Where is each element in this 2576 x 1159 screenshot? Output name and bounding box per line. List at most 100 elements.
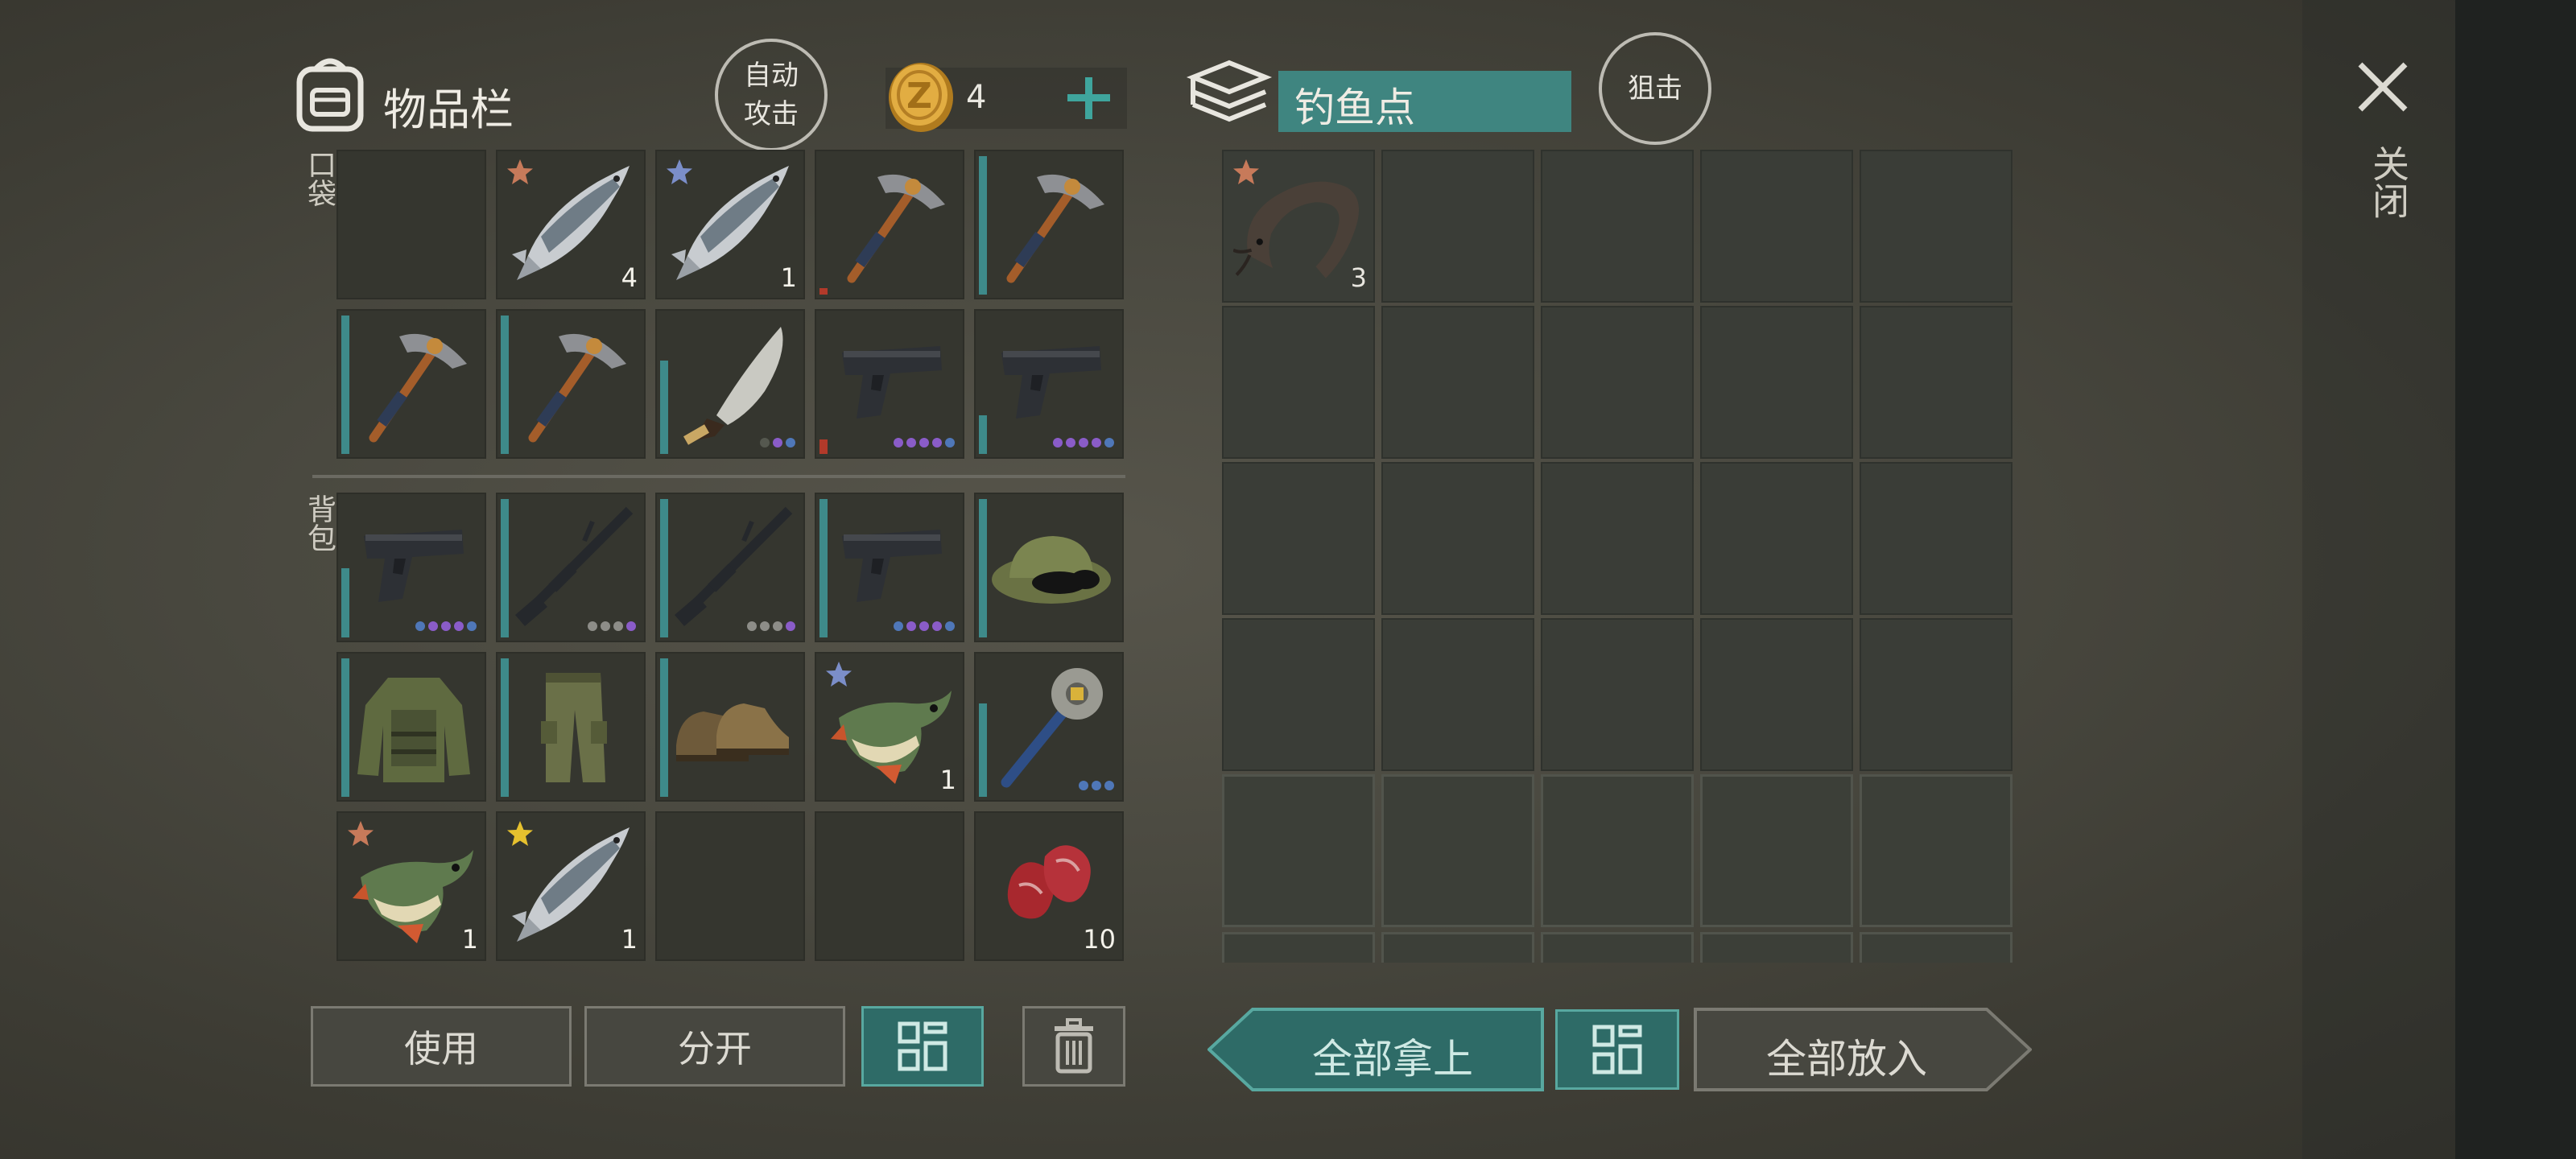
durability-bar	[660, 658, 668, 797]
pocket-slot-salmon[interactable]: 4	[496, 150, 646, 299]
add-coins-button[interactable]	[1061, 68, 1116, 129]
pistol-icon	[987, 319, 1116, 448]
pocket-slot-pickaxe[interactable]	[815, 150, 964, 299]
backpack-slot-empty[interactable]	[655, 811, 805, 961]
backpack-slot-raw-meat[interactable]: 10	[974, 811, 1124, 961]
camo-hat-icon	[987, 502, 1116, 631]
container-slot-empty[interactable]	[1381, 150, 1534, 303]
auto-attack-line2: 攻击	[744, 98, 799, 130]
put-all-button[interactable]: 全部放入	[1694, 1008, 2032, 1091]
container-slot-catfish[interactable]: 3	[1222, 150, 1375, 303]
quality-dots	[1053, 438, 1114, 448]
durability-bar	[979, 703, 987, 797]
auto-attack-button[interactable]: 自动 攻击	[715, 39, 828, 151]
backpack-slot-rifle[interactable]	[655, 493, 805, 642]
quality-dots	[1079, 781, 1114, 790]
pocket-slot-pistol[interactable]	[815, 309, 964, 459]
quality-dots	[894, 438, 955, 448]
backpack-slot-camo-jacket[interactable]	[336, 652, 486, 802]
close-button[interactable]	[2354, 58, 2412, 116]
pickaxe-icon	[987, 159, 1116, 288]
container-slot-empty[interactable]	[1541, 618, 1694, 771]
container-slot-empty[interactable]	[1700, 618, 1853, 771]
boots-icon	[668, 662, 797, 790]
discard-button[interactable]	[1022, 1006, 1125, 1087]
right-strip	[2455, 0, 2576, 1159]
quality-dots	[588, 621, 636, 631]
container-slot-empty[interactable]	[1700, 462, 1853, 615]
container-slot-empty[interactable]	[1860, 306, 2013, 459]
sort-container-button[interactable]	[1555, 1009, 1679, 1090]
item-count: 10	[1083, 924, 1116, 955]
container-slot-locked	[1381, 774, 1534, 927]
container-slot-locked	[1222, 932, 1375, 963]
quality-dots	[415, 621, 477, 631]
camo-jacket-icon	[349, 662, 478, 790]
close-label: 关闭	[2367, 145, 2410, 219]
durability-bar	[979, 499, 987, 637]
backpack-slot-camo-hat[interactable]	[974, 493, 1124, 642]
container-slot-empty[interactable]	[1222, 618, 1375, 771]
pistol-icon	[828, 502, 956, 631]
durability-bar	[341, 658, 349, 797]
pocket-slot-pickaxe[interactable]	[336, 309, 486, 459]
pistol-icon	[349, 502, 478, 631]
pocket-slot-pickaxe[interactable]	[496, 309, 646, 459]
split-label: 分开	[678, 1027, 752, 1070]
pickaxe-icon	[509, 319, 638, 448]
star-icon	[506, 158, 535, 187]
container-slot-locked	[1860, 774, 2013, 927]
backpack-slot-salmon[interactable]: 1	[496, 811, 646, 961]
container-slot-empty[interactable]	[1860, 618, 2013, 771]
container-slot-empty[interactable]	[1860, 462, 2013, 615]
container-slot-empty[interactable]	[1222, 462, 1375, 615]
container-slot-empty[interactable]	[1700, 306, 1853, 459]
backpack-slot-empty[interactable]	[815, 811, 964, 961]
backpack-slot-pistol[interactable]	[815, 493, 964, 642]
durability-bar	[819, 288, 828, 295]
pocket-slot-empty[interactable]	[336, 150, 486, 299]
star-icon	[1232, 158, 1261, 187]
durability-bar	[501, 499, 509, 637]
backpack-slot-saw-mace[interactable]	[974, 652, 1124, 802]
camo-pants-icon	[509, 662, 638, 790]
take-all-button[interactable]: 全部拿上	[1208, 1008, 1546, 1091]
container-slot-empty[interactable]	[1541, 306, 1694, 459]
item-count: 1	[780, 262, 797, 293]
item-count: 1	[461, 924, 478, 955]
container-slot-locked	[1541, 774, 1694, 927]
split-button[interactable]: 分开	[584, 1006, 845, 1087]
sort-inventory-button[interactable]	[861, 1006, 984, 1087]
container-slot-empty[interactable]	[1541, 462, 1694, 615]
pocket-slot-pickaxe[interactable]	[974, 150, 1124, 299]
backpack-slot-rifle[interactable]	[496, 493, 646, 642]
quality-dots	[747, 621, 795, 631]
rifle-icon	[668, 502, 797, 631]
plus-icon	[1067, 77, 1110, 119]
use-button[interactable]: 使用	[311, 1006, 572, 1087]
durability-bar	[660, 361, 668, 454]
backpack-slot-pike[interactable]: 1	[815, 652, 964, 802]
star-icon	[506, 819, 535, 848]
container-slot-empty[interactable]	[1860, 150, 2013, 303]
pocket-label: 口袋	[303, 150, 336, 208]
pocket-slot-pistol[interactable]	[974, 309, 1124, 459]
container-slot-empty[interactable]	[1222, 306, 1375, 459]
container-slot-empty[interactable]	[1541, 150, 1694, 303]
backpack-slot-camo-pants[interactable]	[496, 652, 646, 802]
pickaxe-icon	[828, 159, 956, 288]
container-slot-empty[interactable]	[1381, 462, 1534, 615]
pocket-slot-salmon[interactable]: 1	[655, 150, 805, 299]
backpack-slot-boots[interactable]	[655, 652, 805, 802]
backpack-slot-pistol[interactable]	[336, 493, 486, 642]
backpack-slot-pike[interactable]: 1	[336, 811, 486, 961]
container-slot-empty[interactable]	[1700, 150, 1853, 303]
container-slot-empty[interactable]	[1381, 306, 1534, 459]
container-slot-locked	[1541, 932, 1694, 963]
svg-text:Z: Z	[906, 76, 932, 117]
pocket-slot-machete[interactable]	[655, 309, 805, 459]
container-slot-locked	[1381, 932, 1534, 963]
container-slot-empty[interactable]	[1381, 618, 1534, 771]
container-slot-locked	[1700, 774, 1853, 927]
snipe-button[interactable]: 狙击	[1599, 32, 1711, 145]
